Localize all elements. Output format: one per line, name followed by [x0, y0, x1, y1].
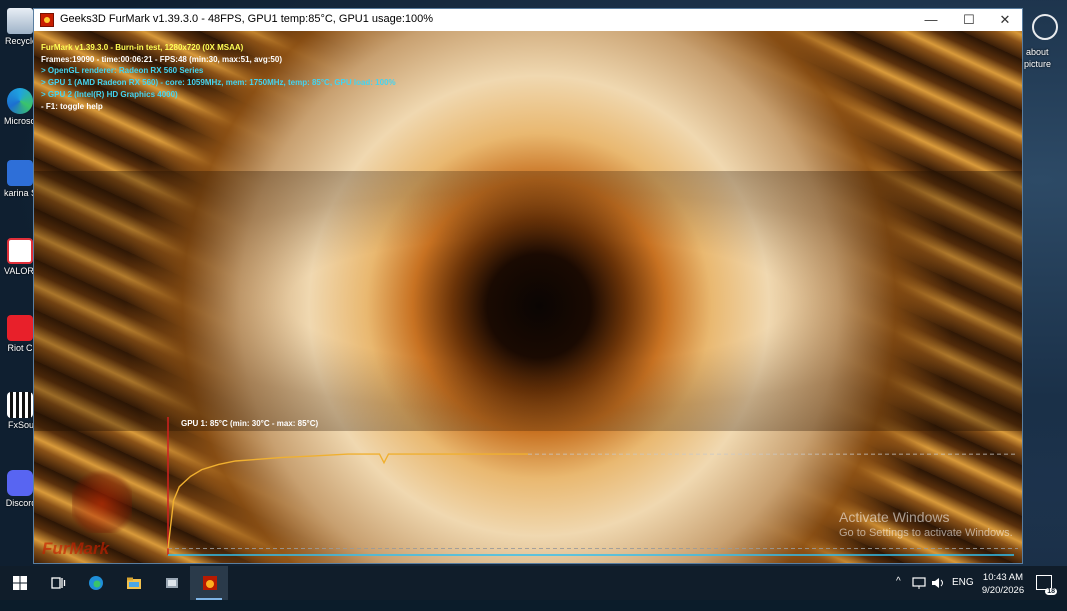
desktop-icon-riot-client[interactable]: Riot Cl [4, 315, 36, 353]
recycle-bin-icon [7, 8, 33, 34]
clock-date: 9/20/2026 [981, 585, 1025, 596]
taskbar-file-explorer[interactable] [114, 566, 152, 600]
start-icon [13, 576, 27, 590]
hud-renderer: > OpenGL renderer: Radeon RX 560 Series [41, 66, 204, 76]
desktop-icon-shortcut[interactable]: karina Short [4, 160, 38, 198]
fur-render-shading [34, 171, 1022, 431]
file-explorer-icon [127, 577, 141, 589]
desktop-icon-valorant[interactable]: VALORANT [4, 238, 38, 276]
network-icon[interactable] [912, 577, 926, 589]
start-button[interactable] [0, 566, 38, 600]
camera-icon [1032, 14, 1058, 40]
watermark-title: Activate Windows [839, 509, 950, 525]
riot-client-icon [7, 315, 33, 341]
hud-gpu1: > GPU 1 (AMD Radeon RX 560) - core: 1059… [41, 78, 396, 88]
desktop-icon-fxsound[interactable]: FxSou [4, 392, 36, 430]
logo-text: FurMark [42, 539, 110, 558]
furmark-logo: FurMark [42, 467, 162, 559]
desktop-icon-edge[interactable]: Microsoft Edge [4, 88, 38, 126]
hud-help: - F1: toggle help [41, 101, 103, 111]
discord-icon [7, 470, 33, 496]
furmark-app-icon [40, 13, 54, 27]
render-viewport[interactable]: FurMark v1.39.3.0 - Burn-in test, 1280x7… [34, 31, 1022, 563]
taskbar-snipping[interactable] [152, 566, 190, 600]
hud-title: FurMark v1.39.3.0 - Burn-in test, 1280x7… [41, 43, 244, 52]
notification-count: 18 [1045, 588, 1057, 595]
taskbar-furmark[interactable] [190, 566, 228, 600]
activate-windows-watermark: Activate Windows Go to Settings to activ… [839, 509, 1013, 539]
furmark-window[interactable]: Geeks3D FurMark v1.39.3.0 - 48FPS, GPU1 … [33, 8, 1023, 564]
valorant-icon [7, 238, 33, 264]
fxsound-icon [7, 392, 33, 418]
maximize-button[interactable]: ☐ [950, 9, 988, 31]
task-view-button[interactable] [38, 566, 76, 600]
notification-center-icon[interactable]: 18 [1036, 575, 1057, 595]
clock[interactable]: 10:43 AM 9/20/2026 [976, 571, 1030, 597]
desktop-icon-discord[interactable]: Discord [4, 470, 36, 508]
minimize-button[interactable]: — [912, 9, 950, 31]
tray-overflow-chevron[interactable]: ^ [896, 576, 901, 610]
temperature-curve [167, 453, 528, 549]
desktop-spotlight-text[interactable]: about picture [1024, 14, 1058, 70]
edge-icon [89, 576, 103, 590]
desktop-icon-recycle-bin[interactable]: Recycle [4, 8, 37, 46]
hud-overlay: FurMark v1.39.3.0 - Burn-in test, 1280x7… [41, 42, 396, 112]
spotlight-line-1: about [1026, 47, 1049, 57]
language-indicator[interactable]: ENG [952, 577, 974, 611]
volume-icon[interactable] [931, 576, 945, 590]
spotlight-line-2: picture [1024, 59, 1052, 69]
window-title: Geeks3D FurMark v1.39.3.0 - 48FPS, GPU1 … [60, 13, 434, 25]
clock-time: 10:43 AM [982, 572, 1024, 583]
taskbar: ^ ENG 10:43 AM 9/20/2026 18 [0, 566, 1067, 600]
task-view-icon [51, 577, 66, 589]
title-bar[interactable]: Geeks3D FurMark v1.39.3.0 - 48FPS, GPU1 … [34, 9, 1022, 31]
snipping-icon [166, 578, 178, 588]
taskbar-edge[interactable] [76, 566, 114, 600]
shortcut-icon [7, 160, 33, 186]
hud-gpu2: > GPU 2 (Intel(R) HD Graphics 4000) [41, 89, 178, 99]
close-button[interactable]: ✕ [986, 9, 1024, 31]
graph-label: GPU 1: 85°C (min: 30°C - max: 85°C) [181, 419, 319, 428]
watermark-subtitle: Go to Settings to activate Windows. [839, 527, 1013, 539]
flame-icon [72, 467, 132, 533]
furmark-icon [203, 576, 217, 590]
hud-stats: Frames:19090 - time:00:06:21 - FPS:48 (m… [41, 54, 282, 64]
edge-icon [7, 88, 33, 114]
